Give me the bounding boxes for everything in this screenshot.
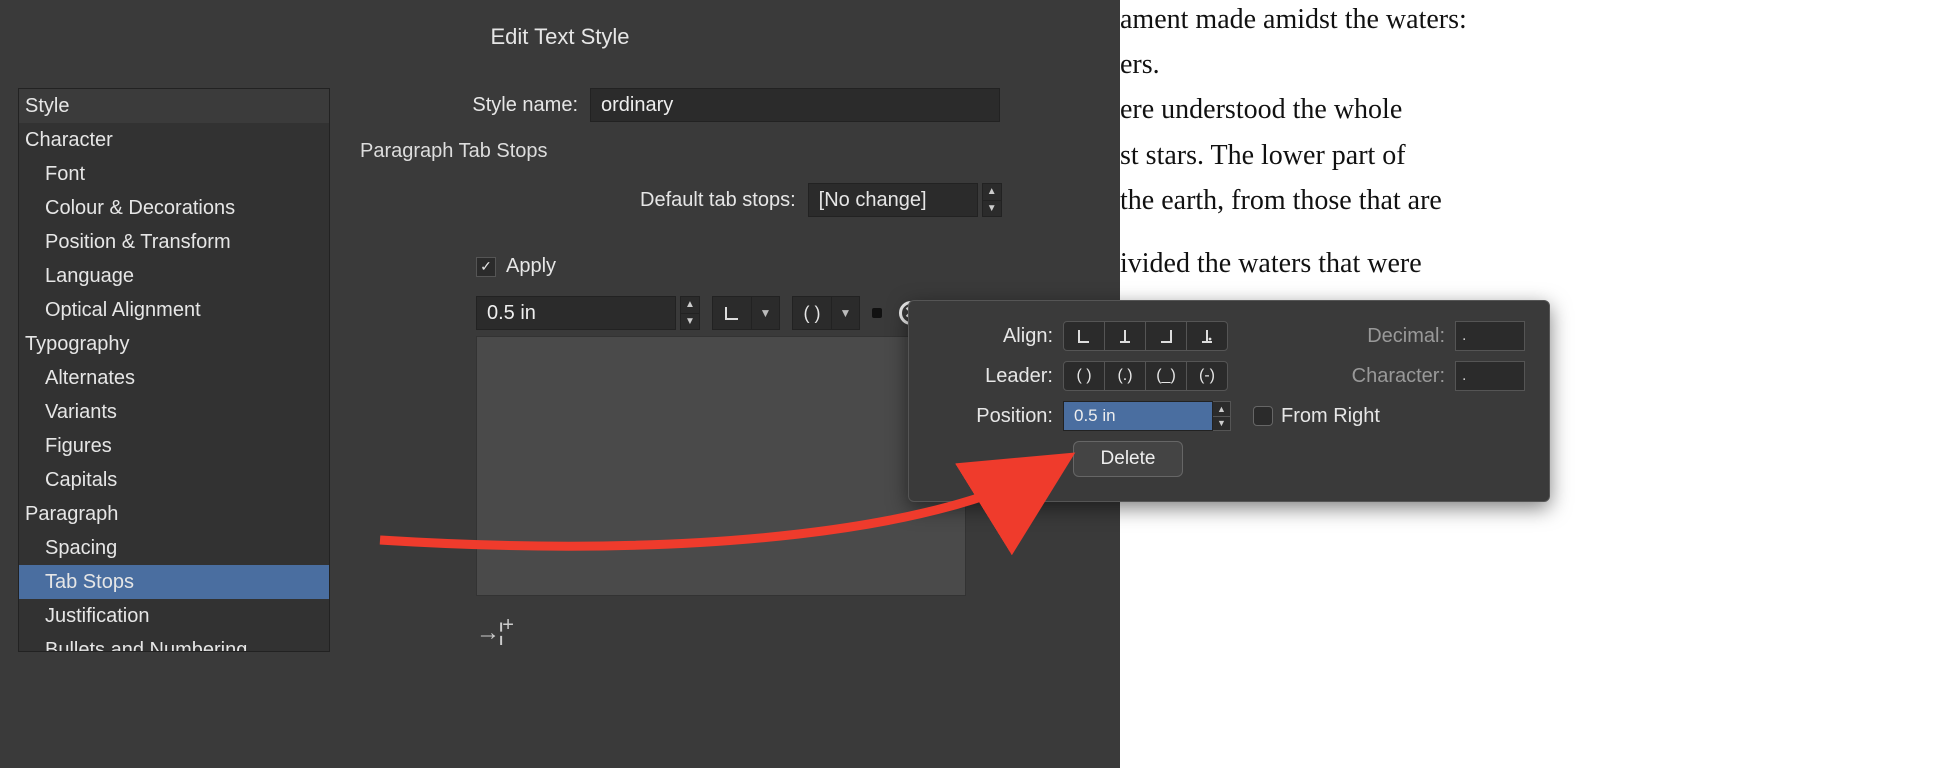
chevron-down-icon[interactable]: ▼ <box>681 314 699 330</box>
sidebar-item-character[interactable]: Character <box>19 123 329 157</box>
doc-line: ere understood the whole <box>1120 90 1936 129</box>
leader-underscore-option[interactable]: (_) <box>1145 361 1187 391</box>
tabstop-align-dropdown[interactable]: ▼ <box>712 296 780 330</box>
default-tab-stops-stepper[interactable]: ▲ ▼ <box>982 183 1002 217</box>
leader-label: Leader: <box>933 365 1063 388</box>
chevron-up-icon[interactable]: ▲ <box>1213 402 1230 417</box>
sidebar-item-colour-decorations[interactable]: Colour & Decorations <box>19 191 329 225</box>
sidebar-item-position-transform[interactable]: Position & Transform <box>19 225 329 259</box>
decimal-input[interactable] <box>1455 321 1525 351</box>
sidebar-item-paragraph[interactable]: Paragraph <box>19 497 329 531</box>
sidebar-item-tab-stops[interactable]: Tab Stops <box>19 565 329 599</box>
sidebar-item-justification[interactable]: Justification <box>19 599 329 633</box>
character-label: Character: <box>1352 365 1455 388</box>
leader-none-icon: ( ) <box>792 296 832 330</box>
from-right-label: From Right <box>1281 405 1380 428</box>
sidebar-item-language[interactable]: Language <box>19 259 329 293</box>
leader-dash-option[interactable]: (-) <box>1186 361 1228 391</box>
align-right-option[interactable] <box>1145 321 1187 351</box>
sidebar-item-spacing[interactable]: Spacing <box>19 531 329 565</box>
default-tab-stops-value: [No change] <box>819 189 927 212</box>
leader-none-option[interactable]: ( ) <box>1063 361 1105 391</box>
tabstops-list[interactable] <box>476 336 966 596</box>
add-tabstop-button[interactable]: →¦+ <box>476 614 1100 647</box>
chevron-down-icon[interactable]: ▼ <box>983 201 1001 217</box>
tabstop-position-input[interactable] <box>476 296 676 330</box>
position-stepper[interactable]: ▲ ▼ <box>1213 401 1231 431</box>
chevron-down-icon[interactable]: ▼ <box>1213 417 1230 431</box>
chevron-down-icon[interactable]: ▼ <box>752 296 780 330</box>
tabstop-leader-dropdown[interactable]: ( ) ▼ <box>792 296 860 330</box>
doc-line: ers. <box>1120 45 1936 84</box>
sidebar-item-style[interactable]: Style <box>19 89 329 123</box>
tabstop-glyph-icon: →¦ <box>476 619 502 646</box>
sidebar-item-alternates[interactable]: Alternates <box>19 361 329 395</box>
section-title: Paragraph Tab Stops <box>360 140 1100 163</box>
apply-checkbox[interactable]: ✓ <box>476 257 496 277</box>
doc-line: st stars. The lower part of <box>1120 136 1936 175</box>
apply-label: Apply <box>506 255 556 278</box>
doc-line: ament made amidst the waters: <box>1120 0 1936 39</box>
decimal-label: Decimal: <box>1367 325 1455 348</box>
align-left-icon <box>712 296 752 330</box>
panel-title: Edit Text Style <box>0 0 1120 50</box>
tabstop-position-stepper[interactable]: ▲ ▼ <box>680 296 700 330</box>
style-name-label: Style name: <box>360 94 590 117</box>
sidebar-item-typography[interactable]: Typography <box>19 327 329 361</box>
sidebar-item-optical-alignment[interactable]: Optical Alignment <box>19 293 329 327</box>
align-segmented[interactable] <box>1063 321 1228 351</box>
style-sections-sidebar: Style Character Font Colour & Decoration… <box>18 88 330 652</box>
doc-line: the earth, from those that are <box>1120 181 1936 220</box>
align-decimal-option[interactable] <box>1186 321 1228 351</box>
tabstop-swatch[interactable] <box>872 308 882 318</box>
delete-button[interactable]: Delete <box>1073 441 1183 477</box>
position-label: Position: <box>933 405 1063 428</box>
leader-segmented[interactable]: ( ) (.) (_) (-) <box>1063 361 1228 391</box>
align-label: Align: <box>933 325 1063 348</box>
align-left-option[interactable] <box>1063 321 1105 351</box>
default-tab-stops-select[interactable]: [No change] <box>808 183 978 217</box>
chevron-down-icon[interactable]: ▼ <box>832 296 860 330</box>
position-input[interactable] <box>1063 401 1213 431</box>
chevron-up-icon[interactable]: ▲ <box>681 297 699 314</box>
align-center-option[interactable] <box>1104 321 1146 351</box>
style-name-input[interactable] <box>590 88 1000 122</box>
chevron-up-icon[interactable]: ▲ <box>983 184 1001 201</box>
character-input[interactable] <box>1455 361 1525 391</box>
sidebar-item-figures[interactable]: Figures <box>19 429 329 463</box>
sidebar-item-font[interactable]: Font <box>19 157 329 191</box>
sidebar-item-bullets-numbering[interactable]: Bullets and Numbering <box>19 633 329 652</box>
tabstop-popout: Align: Decimal: Leader: ( ) (.) (_) (-) … <box>908 300 1550 502</box>
sidebar-item-variants[interactable]: Variants <box>19 395 329 429</box>
sidebar-item-capitals[interactable]: Capitals <box>19 463 329 497</box>
default-tab-stops-label: Default tab stops: <box>640 189 796 212</box>
doc-line: ivided the waters that were <box>1120 244 1936 283</box>
leader-dot-option[interactable]: (.) <box>1104 361 1146 391</box>
plus-icon: + <box>502 614 512 636</box>
from-right-checkbox[interactable] <box>1253 406 1273 426</box>
